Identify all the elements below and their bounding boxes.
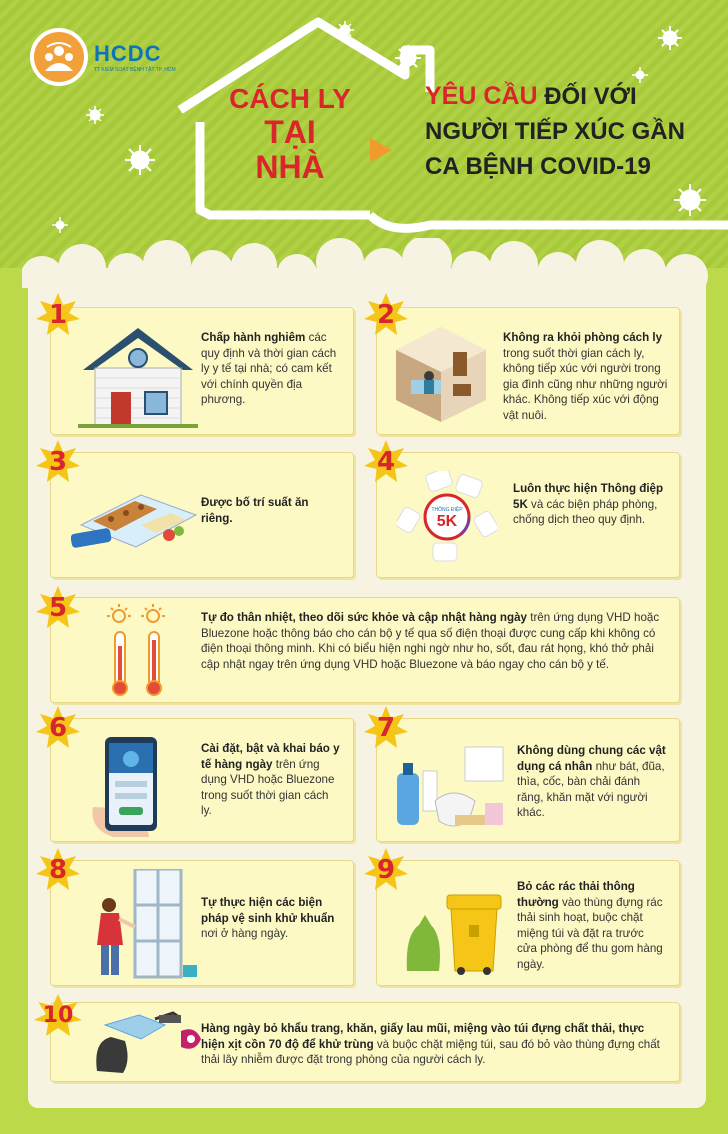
item-number-1: 1 [36,293,80,337]
item-number-6: 6 [36,706,80,750]
item-text-2: Không ra khỏi phòng cách ly trong suốt t… [503,330,673,423]
item-number-2: 2 [364,293,408,337]
item-text-4: Luôn thực hiện Thông điệp 5K và các biện… [513,481,673,528]
badge-label: THÔNG ĐIỆP [431,505,463,513]
item-text-3: Được bố trí suất ăn riêng. [201,495,341,526]
item-text-9: Bỏ các rác thải thông thường vào thùng đ… [517,879,667,972]
item-text-10: Hàng ngày bỏ khẩu trang, khăn, giấy lau … [201,1021,667,1068]
item-number-3: 3 [36,440,80,484]
item-card-5: Tự đo thân nhiệt, theo dõi sức khỏe và c… [50,597,680,703]
cleaning-icon [97,869,197,979]
logo-subtitle: TT KIỂM SOÁT BỆNH TẬT TP. HCM [94,67,176,73]
item-card-10: Hàng ngày bỏ khẩu trang, khăn, giấy lau … [50,1002,680,1082]
item-bold-1: Chấp hành nghiêm [201,331,306,344]
item-text-7: Không dùng chung các vật dụng cá nhân nh… [517,743,667,821]
title-line-2: TẠI [264,113,316,150]
item-body-2: trong suốt thời gian cách ly, không tiếp… [503,346,668,422]
item-body-4: và các biện pháp phòng, chống dịch theo … [513,497,658,527]
item-card-6: Cài đặt, bật và khai báo y tế hàng ngày … [50,718,354,842]
personal-items-icon [397,746,504,827]
item-card-1: Chấp hành nghiêm các quy định và thời gi… [50,307,354,435]
title-left: CÁCH LY TẠI NHÀ [220,83,360,185]
title-highlight: YÊU CẦU [425,82,538,110]
item-card-7: Không dùng chung các vật dụng cá nhân nh… [376,718,680,842]
item-number-7: 7 [364,706,408,750]
item-bold-5: Tự đo thân nhiệt, theo dõi sức khỏe và c… [201,611,527,624]
item-bold-8: Tự thực hiện các biện pháp vệ sinh khử k… [201,896,335,925]
title-line-1: CÁCH LY [229,83,351,114]
item-text-6: Cài đặt, bật và khai báo y tế hàng ngày … [201,741,341,819]
item-number-10: 10 [34,994,82,1038]
item-number-5: 5 [36,586,80,630]
trash-bin-icon [406,894,502,975]
item-card-8: Tự thực hiện các biện pháp vệ sinh khử k… [50,860,354,986]
item-number-9: 9 [364,848,408,892]
title-line-3: NHÀ [255,148,325,185]
item-text-5: Tự đo thân nhiệt, theo dõi sức khỏe và c… [201,610,667,672]
logo: HCDC TT KIỂM SOÁT BỆNH TẬT TP. HCM [30,28,176,86]
arrow-right-icon [370,138,392,162]
item-text-1: Chấp hành nghiêm các quy định và thời gi… [201,330,341,408]
5k-badge-icon: THÔNG ĐIỆP 5K [397,471,497,562]
item-body-8: nơi ở hàng ngày. [201,927,289,940]
meal-box-icon [71,494,198,548]
quarantine-room-icon [396,327,486,422]
phone-app-icon [92,737,157,837]
hcdc-logo-icon [30,28,88,86]
house-icon [78,328,198,428]
item-number-4: 4 [364,440,408,484]
badge-value: 5K [437,513,458,530]
item-card-3: Được bố trí suất ăn riêng. [50,452,354,578]
mask-disposal-icon [96,1011,201,1073]
thermometer-icon [107,604,165,696]
item-text-8: Tự thực hiện các biện pháp vệ sinh khử k… [201,895,341,942]
item-bold-2: Không ra khỏi phòng cách ly [503,331,663,344]
logo-name: HCDC [94,41,162,66]
title-right-line-2: NGƯỜI TIẾP XÚC GẦN [425,117,685,145]
item-card-2: Không ra khỏi phòng cách ly trong suốt t… [376,307,680,435]
title-right: YÊU CẦU ĐỐI VỚI NGƯỜI TIẾP XÚC GẦN CA BỆ… [425,78,715,184]
title-right-line-1: ĐỐI VỚI [544,83,637,110]
title-right-line-3: CA BỆNH COVID-19 [425,152,651,180]
item-card-9: Bỏ các rác thải thông thường vào thùng đ… [376,860,680,986]
item-bold-3: Được bố trí suất ăn riêng. [201,496,309,525]
item-number-8: 8 [36,848,80,892]
item-card-4: THÔNG ĐIỆP 5K Luôn thực hiện Thông điệp … [376,452,680,578]
